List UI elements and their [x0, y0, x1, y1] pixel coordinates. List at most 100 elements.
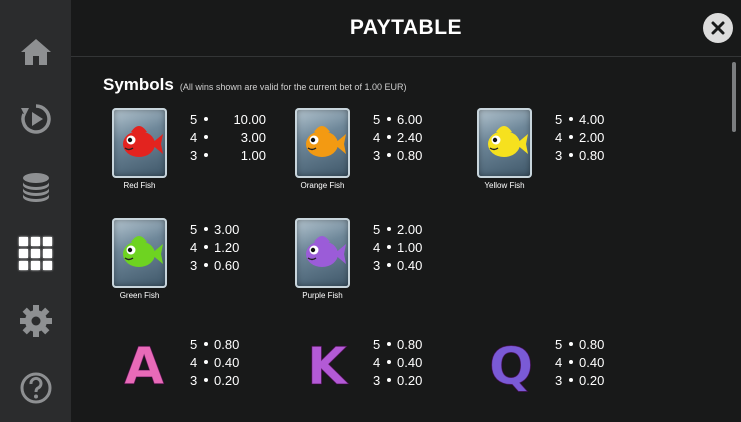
- nav-home-button[interactable]: [0, 18, 71, 85]
- payout-value: 0.40: [214, 354, 240, 370]
- payout-list: 5 3.00 4 1.20 3 0.60: [190, 220, 280, 274]
- payout-row: 3 0.80: [373, 146, 463, 164]
- nav-bet-button[interactable]: [0, 153, 71, 220]
- bullet-icon: [204, 378, 208, 382]
- payout-count: 5: [190, 221, 198, 237]
- bullet-icon: [387, 378, 391, 382]
- bullet-icon: [387, 245, 391, 249]
- symbol-4: Purple Fish 5 2.00 4 1.00 3 0.40: [295, 218, 465, 308]
- section-note: (All wins shown are valid for the curren…: [179, 82, 407, 92]
- nav-settings-button[interactable]: [0, 287, 71, 354]
- symbol-6: K 5 0.80 4 0.40 3 0.20: [295, 333, 465, 422]
- bullet-icon: [569, 360, 573, 364]
- bullet-icon: [204, 360, 208, 364]
- close-button[interactable]: [703, 13, 733, 43]
- symbol-letter: Q: [489, 337, 534, 398]
- symbol-2: Yellow Fish 5 4.00 4 2.00 3 0.80: [477, 108, 647, 198]
- payout-count: 3: [190, 372, 198, 388]
- bullet-icon: [204, 263, 208, 267]
- symbol-3: Green Fish 5 3.00 4 1.20 3 0.60: [112, 218, 282, 308]
- payout-value: 1.00: [240, 147, 266, 163]
- payout-row: 5 10.00: [190, 110, 280, 128]
- bullet-icon: [387, 227, 391, 231]
- payout-count: 3: [373, 147, 381, 163]
- payout-list: 5 10.00 4 3.00 3 1.00: [190, 110, 280, 164]
- coin-stack-icon: [22, 173, 49, 203]
- sidebar: [0, 0, 71, 422]
- payout-row: 3 0.80: [555, 146, 645, 164]
- payout-value: 0.20: [579, 372, 605, 388]
- bullet-icon: [387, 263, 391, 267]
- symbol-1: Orange Fish 5 6.00 4 2.40 3 0.80: [295, 108, 465, 198]
- payout-row: 3 0.20: [555, 371, 645, 389]
- payout-row: 3 0.40: [373, 256, 463, 274]
- payout-value: 10.00: [233, 111, 266, 127]
- symbol-tile: [112, 218, 167, 288]
- payout-count: 3: [555, 147, 563, 163]
- symbol-name: Green Fish: [119, 291, 160, 300]
- bullet-icon: [387, 135, 391, 139]
- payout-list: 5 2.00 4 1.00 3 0.40: [373, 220, 463, 274]
- close-icon: [711, 21, 725, 35]
- bullet-icon: [204, 135, 208, 139]
- payout-count: 5: [190, 111, 198, 127]
- payout-count: 4: [190, 129, 198, 145]
- payout-count: 5: [555, 111, 563, 127]
- payout-value: 3.00: [240, 129, 266, 145]
- payout-count: 3: [190, 147, 198, 163]
- payout-count: 3: [373, 372, 381, 388]
- payout-row: 5 0.80: [555, 335, 645, 353]
- payout-row: 5 4.00: [555, 110, 645, 128]
- payout-count: 3: [373, 257, 381, 273]
- payout-value: 0.80: [579, 336, 605, 352]
- nav-paytable-button[interactable]: [0, 220, 71, 287]
- payout-row: 4 2.00: [555, 128, 645, 146]
- symbols-section-header: Symbols (All wins shown are valid for th…: [103, 75, 406, 95]
- payout-list: 5 6.00 4 2.40 3 0.80: [373, 110, 463, 164]
- bullet-icon: [387, 342, 391, 346]
- symbol-name: Purple Fish: [302, 291, 343, 300]
- header: PAYTABLE: [71, 0, 741, 57]
- payout-value: 0.40: [397, 354, 423, 370]
- nav-help-button[interactable]: [0, 355, 71, 422]
- symbol-name: Red Fish: [123, 181, 156, 190]
- symbol-name: Orange Fish: [300, 181, 345, 190]
- symbol-letter: A: [124, 337, 165, 398]
- symbol-tile: [295, 108, 350, 178]
- payout-value: 0.80: [397, 147, 423, 163]
- payout-list: 5 0.80 4 0.40 3 0.20: [190, 335, 280, 389]
- payout-row: 4 0.40: [373, 353, 463, 371]
- payout-list: 5 0.80 4 0.40 3 0.20: [555, 335, 645, 389]
- payout-value: 1.20: [214, 239, 240, 255]
- symbol-tile: [295, 218, 350, 288]
- payout-list: 5 4.00 4 2.00 3 0.80: [555, 110, 645, 164]
- payout-row: 4 0.40: [555, 353, 645, 371]
- fish-icon: [306, 126, 346, 157]
- payout-count: 4: [373, 354, 381, 370]
- symbol-0: Red Fish 5 10.00 4 3.00 3 1.00: [112, 108, 282, 198]
- nav-replay-button[interactable]: [0, 85, 71, 152]
- payout-value: 2.00: [397, 221, 423, 237]
- paytable-panel: PAYTABLE Symbols (All wins shown are val…: [71, 0, 741, 422]
- bullet-icon: [204, 227, 208, 231]
- gear-icon: [19, 304, 52, 337]
- payout-row: 5 2.00: [373, 220, 463, 238]
- home-icon: [20, 38, 51, 65]
- payout-count: 4: [190, 239, 198, 255]
- payout-row: 3 0.20: [190, 371, 280, 389]
- payout-value: 2.00: [579, 129, 605, 145]
- payout-row: 3 1.00: [190, 146, 280, 164]
- payout-value: 3.00: [214, 221, 240, 237]
- fish-icon: [123, 126, 163, 157]
- fish-icon: [123, 236, 163, 267]
- payout-row: 5 0.80: [373, 335, 463, 353]
- payout-value: 4.00: [579, 111, 605, 127]
- payout-value: 1.00: [397, 239, 423, 255]
- help-icon: [20, 372, 51, 404]
- payout-value: 0.20: [397, 372, 423, 388]
- payout-count: 5: [555, 336, 563, 352]
- payout-row: 3 0.60: [190, 256, 280, 274]
- payout-row: 4 1.00: [373, 238, 463, 256]
- fish-icon: [488, 126, 528, 157]
- scrollbar-thumb[interactable]: [732, 62, 736, 132]
